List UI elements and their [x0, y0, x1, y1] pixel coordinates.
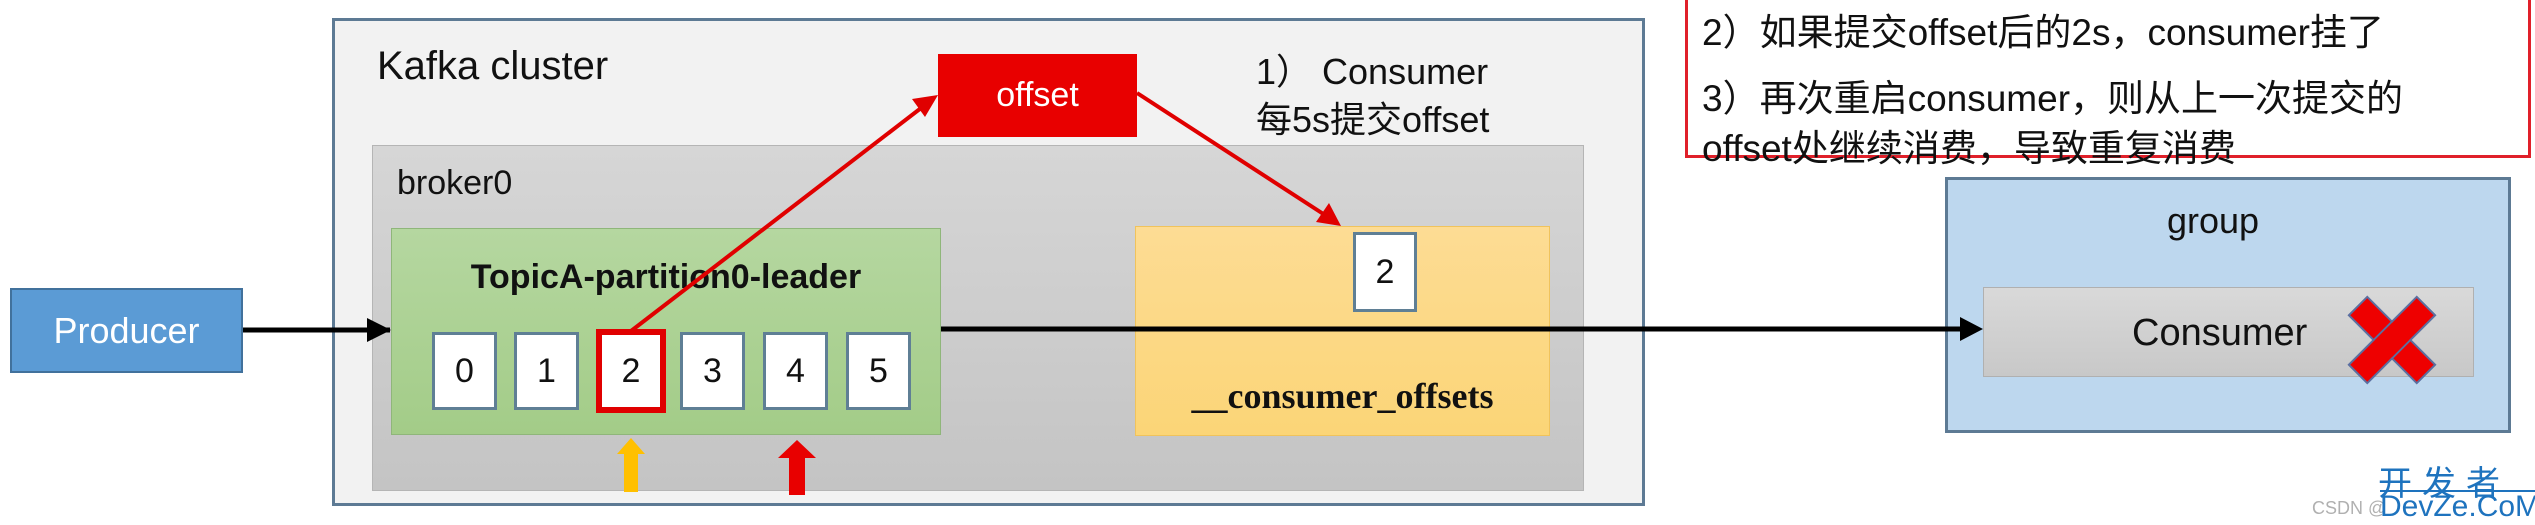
connector-overlay	[243, 91, 2437, 495]
cell-to-offset-arrow	[629, 103, 927, 333]
consumed-position-up-arrow-icon	[778, 440, 816, 495]
committed-position-up-arrow-icon	[617, 438, 645, 492]
store-arrowhead	[1316, 203, 1341, 226]
red-x-icon	[2347, 295, 2437, 385]
producer-arrowhead	[367, 318, 391, 342]
offset-to-store-arrow	[1135, 91, 1330, 219]
consumer-arrowhead	[1960, 317, 1983, 341]
